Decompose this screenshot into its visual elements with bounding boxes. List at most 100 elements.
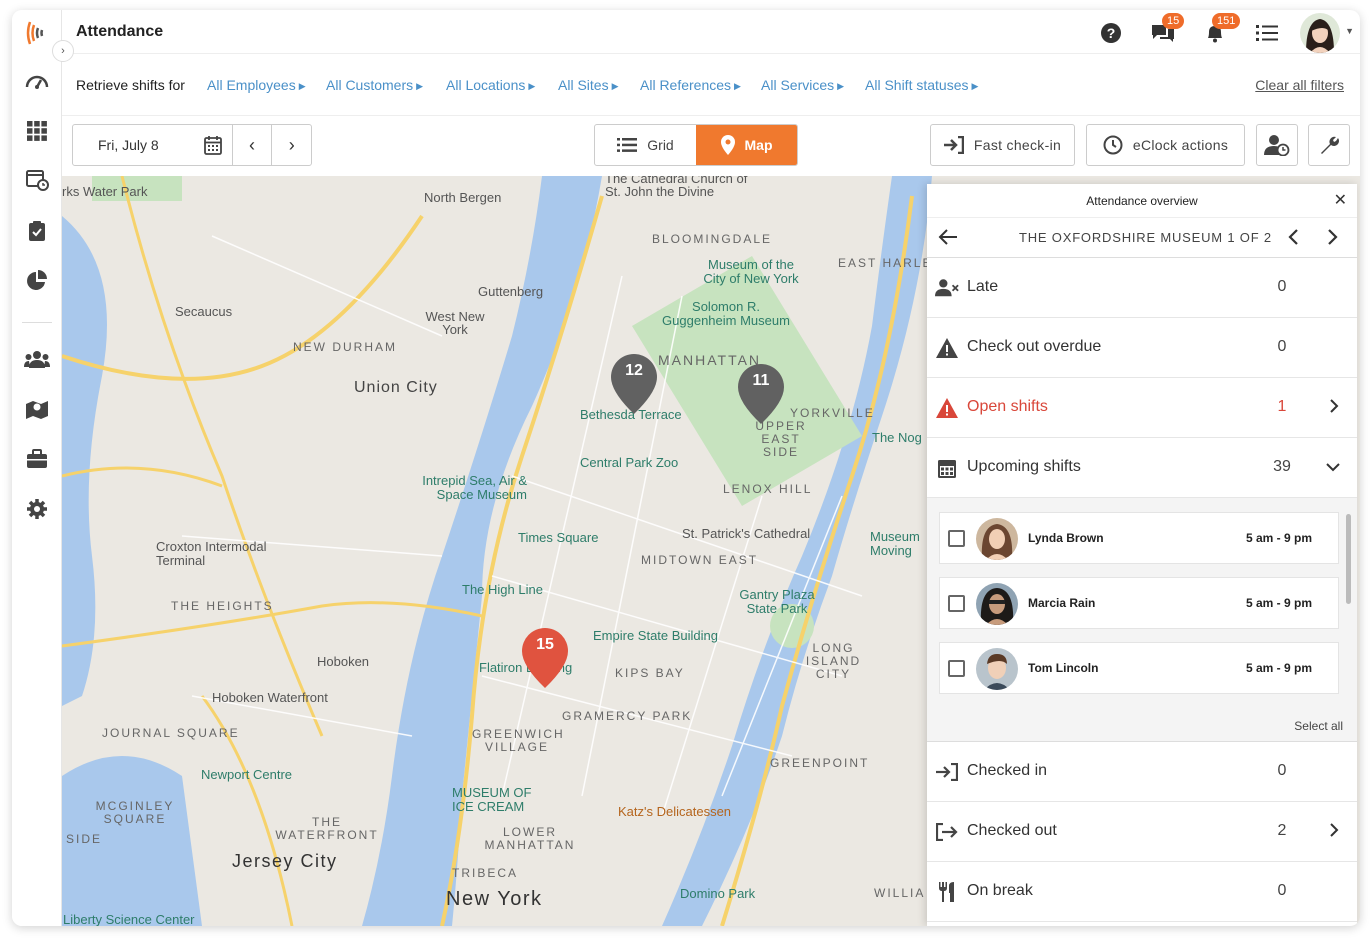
map-poi[interactable]: Museum Moving [870, 530, 930, 558]
map-label: JOURNAL SQUARE [102, 726, 240, 740]
user-menu-caret-icon[interactable]: ▼ [1345, 26, 1354, 36]
row-checked-in[interactable]: Checked in 0 [927, 742, 1357, 802]
grid-view-button[interactable]: Grid [595, 125, 696, 165]
arrow-left-icon[interactable] [937, 227, 959, 247]
settings-wrench-button[interactable] [1308, 124, 1350, 166]
caret-right-icon: ▶ [837, 81, 845, 91]
row-upcoming-shifts[interactable]: Upcoming shifts 39 [927, 438, 1357, 498]
map-poi[interactable]: Times Square [518, 530, 598, 545]
wrench-icon [1321, 136, 1339, 154]
filter-services[interactable]: All Services ▶ [761, 77, 844, 93]
map-poi[interactable]: Hoboken Waterfront [212, 690, 328, 705]
task-list-button[interactable] [1254, 20, 1280, 46]
sidebar-item-schedule[interactable] [24, 166, 50, 192]
sidebar-expand-button[interactable]: › [52, 40, 74, 62]
shift-item[interactable]: Tom Lincoln 5 am - 9 pm [939, 642, 1339, 694]
shift-checkbox[interactable] [948, 660, 965, 677]
help-button[interactable]: ? [1098, 20, 1124, 46]
sidebar-item-reports[interactable] [24, 268, 50, 294]
map-poi[interactable]: Gantry Plaza State Park [732, 588, 822, 616]
map-poi[interactable]: Intrepid Sea, Air & Space Museum [412, 474, 527, 502]
sidebar-item-apps[interactable] [24, 118, 50, 144]
filter-sites[interactable]: All Sites ▶ [558, 77, 619, 93]
list-icon [617, 138, 638, 152]
map-poi[interactable]: Museum of the City of New York [696, 258, 806, 286]
next-day-button[interactable]: › [271, 125, 311, 165]
caret-right-icon: ▶ [611, 81, 619, 91]
chevron-right-icon[interactable] [1329, 822, 1339, 838]
site-name: THE OXFORDSHIRE MUSEUM 1 OF 2 [1019, 230, 1272, 245]
map-label: Guttenberg [478, 284, 544, 299]
user-avatar[interactable] [1300, 13, 1340, 53]
shift-list-scrollbar[interactable] [1346, 514, 1351, 604]
filter-references-label: All References [640, 77, 732, 93]
sidebar-item-locations[interactable] [24, 396, 50, 422]
brand-logo-icon[interactable] [24, 16, 52, 50]
gear-icon [27, 499, 47, 519]
map-label: LENOX HILL [723, 482, 813, 496]
map-poi[interactable]: Solomon R. Guggenheim Museum [656, 300, 796, 328]
calendar-icon[interactable] [203, 135, 222, 155]
map-poi[interactable]: Katz's Delicatessen [618, 804, 731, 819]
map-poi[interactable]: St. Patrick's Cathedral [682, 526, 810, 541]
sign-in-icon [943, 136, 964, 154]
map-label: GRAMERCY PARK [562, 709, 693, 723]
chevron-left-icon[interactable] [1287, 228, 1299, 246]
chevron-right-icon[interactable] [1327, 228, 1339, 246]
filter-employees[interactable]: All Employees ▶ [207, 77, 306, 93]
sidebar-item-dashboard[interactable] [24, 68, 50, 94]
avatar [976, 518, 1018, 560]
sidebar-item-tasks[interactable] [24, 218, 50, 244]
prev-day-button[interactable]: ‹ [231, 125, 272, 165]
map-poi[interactable]: Liberty Science Center [63, 912, 195, 926]
filter-references[interactable]: All References ▶ [640, 77, 741, 93]
map-view-button[interactable]: Map [696, 125, 797, 165]
shift-checkbox[interactable] [948, 530, 965, 547]
map-poi[interactable]: Newport Centre [201, 767, 292, 782]
notifications-button[interactable]: 151 [1202, 13, 1241, 46]
filter-customers[interactable]: All Customers ▶ [326, 77, 423, 93]
map-poi[interactable]: Empire State Building [593, 628, 718, 643]
map-cluster-pin[interactable]: 15 [520, 626, 570, 688]
fast-checkin-button[interactable]: Fast check-in [930, 124, 1075, 166]
select-all-link[interactable]: Select all [1294, 719, 1343, 733]
date-picker: Fri, July 8 ‹ › [72, 124, 312, 166]
filter-locations[interactable]: All Locations ▶ [446, 77, 535, 93]
map-poi[interactable]: Domino Park [680, 886, 755, 901]
notification-badge: 151 [1212, 13, 1241, 29]
sidebar-item-jobs[interactable] [24, 446, 50, 472]
chevron-right-icon[interactable] [1329, 398, 1339, 414]
map-poi[interactable]: Central Park Zoo [580, 455, 678, 470]
map-poi[interactable]: MUSEUM OF ICE CREAM [452, 786, 542, 814]
chevron-left-icon: ‹ [249, 134, 256, 155]
row-open-shifts[interactable]: Open shifts 1 [927, 378, 1357, 438]
toolbar: Fri, July 8 ‹ › Grid Map Fast check-in e… [62, 116, 1360, 176]
row-late[interactable]: Late 0 [927, 258, 1357, 318]
help-question-icon: ? [1101, 23, 1121, 43]
map-cluster-pin[interactable]: 12 [609, 352, 659, 414]
date-field[interactable]: Fri, July 8 [73, 125, 232, 165]
row-on-break[interactable]: On break 0 [927, 862, 1357, 922]
chevron-down-icon[interactable] [1325, 462, 1341, 472]
attendance-overview-panel: Attendance overview ✕ THE OXFORDSHIRE MU… [927, 184, 1357, 926]
map-poi[interactable]: The Nog [872, 430, 922, 445]
filter-shift-statuses[interactable]: All Shift statuses ▶ [865, 77, 978, 93]
map-poi[interactable]: The High Line [462, 582, 543, 597]
user-clock-button[interactable] [1256, 124, 1298, 166]
chat-button[interactable]: 15 [1150, 13, 1185, 46]
row-label: Check out overdue [967, 338, 1102, 355]
map-cluster-pin[interactable]: 11 [736, 362, 786, 424]
shift-item[interactable]: Lynda Brown 5 am - 9 pm [939, 512, 1339, 564]
row-checkout-overdue[interactable]: Check out overdue 0 [927, 318, 1357, 378]
sidebar-item-team[interactable] [24, 346, 50, 372]
sidebar-item-settings[interactable] [24, 496, 50, 522]
row-checked-out[interactable]: Checked out 2 [927, 802, 1357, 862]
map-poi[interactable]: The Cathedral Church of St. John the Div… [605, 176, 755, 198]
eclock-actions-button[interactable]: eClock actions [1086, 124, 1245, 166]
clear-filters-link[interactable]: Clear all filters [1255, 77, 1344, 93]
close-icon[interactable]: ✕ [1334, 184, 1347, 218]
shift-item[interactable]: Marcia Rain 5 am - 9 pm [939, 577, 1339, 629]
shift-checkbox[interactable] [948, 595, 965, 612]
map-label: THE HEIGHTS [171, 599, 274, 613]
map-poi[interactable]: Croxton Intermodal Terminal [156, 540, 296, 568]
